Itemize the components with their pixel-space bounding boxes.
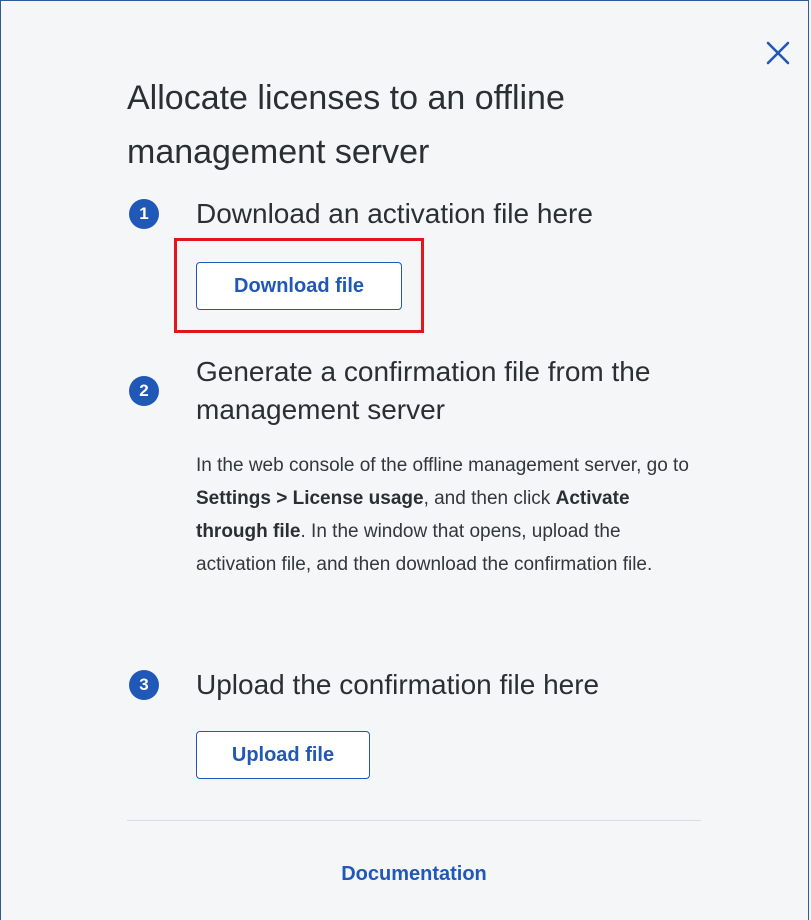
step-1-title: Download an activation file here	[196, 198, 593, 229]
license-allocation-dialog: Allocate licenses to an offline manageme…	[0, 0, 809, 920]
download-file-button[interactable]: Download file	[196, 262, 402, 310]
step-2-title: Generate a confirmation file from the ma…	[196, 356, 651, 425]
step-2-badge: 2	[129, 376, 159, 406]
step-1-badge: 1	[129, 199, 159, 229]
step-3-badge: 3	[129, 670, 159, 700]
upload-file-button[interactable]: Upload file	[196, 731, 370, 779]
documentation-link[interactable]: Documentation	[127, 863, 701, 886]
desc-text-2: , and then click	[423, 488, 556, 509]
desc-text-1: In the web console of the offline manage…	[196, 455, 689, 476]
close-icon[interactable]	[764, 39, 792, 67]
settings-path: Settings > License usage	[196, 488, 424, 509]
dialog-title: Allocate licenses to an offline manageme…	[127, 79, 565, 171]
step-3-title: Upload the confirmation file here	[196, 669, 600, 700]
footer-divider	[127, 820, 701, 821]
step-2-description: In the web console of the offline manage…	[196, 449, 696, 581]
